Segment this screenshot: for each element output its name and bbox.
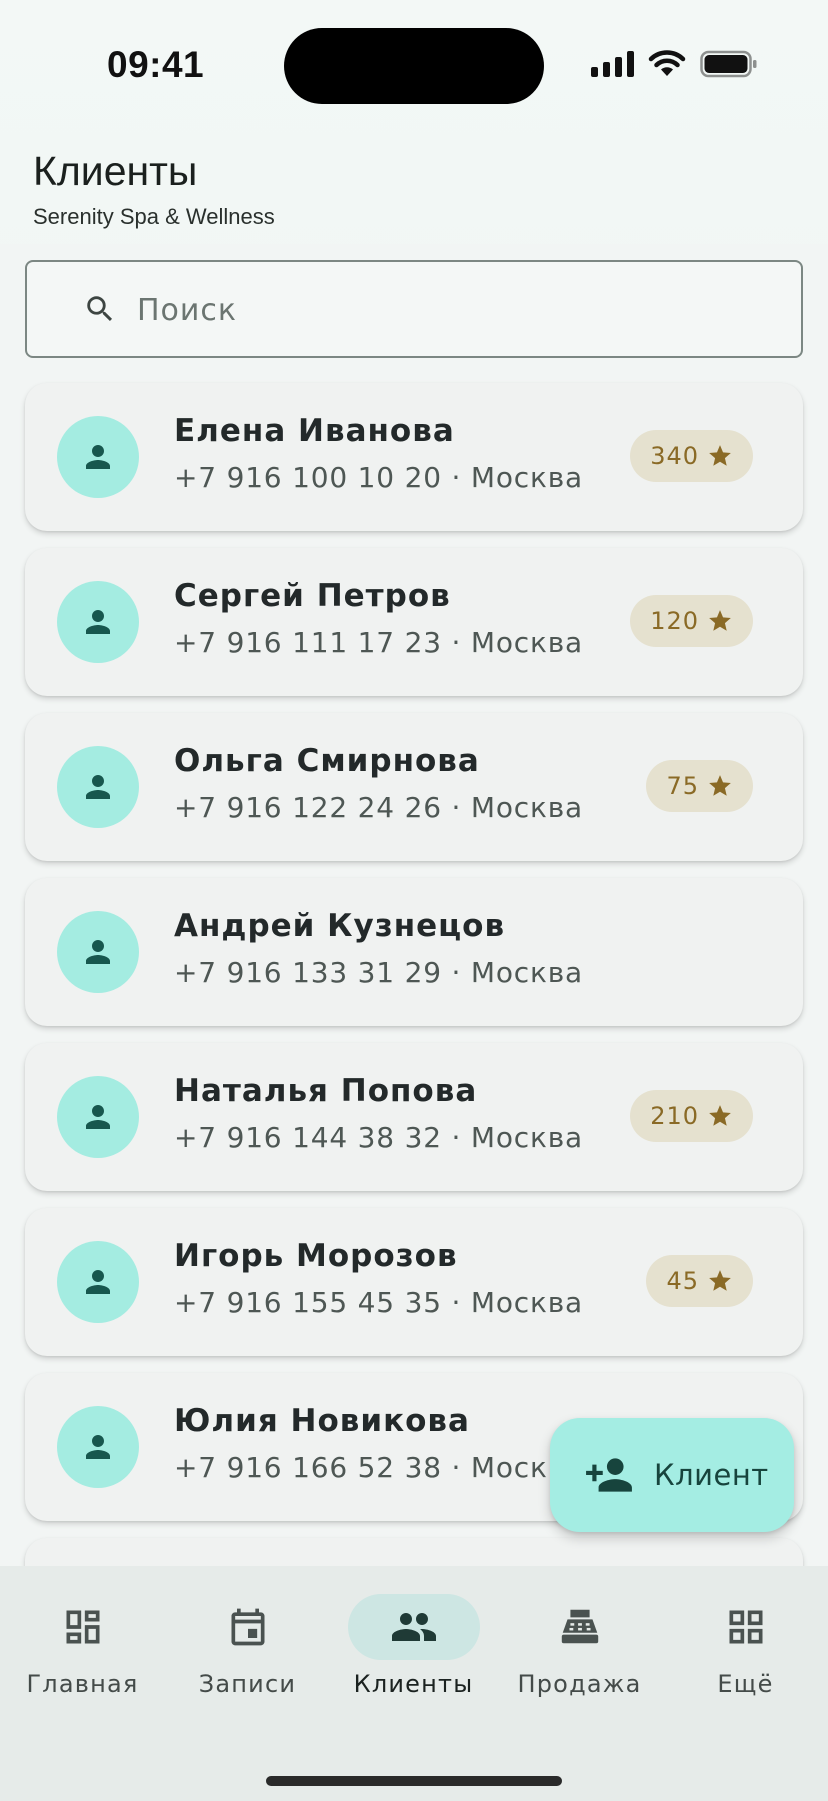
client-card[interactable]: Игорь Морозов +7 916 155 45 35 · Москва 45: [25, 1208, 803, 1356]
client-name: Елена Иванова: [174, 413, 455, 449]
loyalty-points-value: 340: [650, 442, 699, 470]
search-icon: [87, 296, 113, 322]
nav-label-more: Ещё: [717, 1670, 774, 1698]
client-card-partial[interactable]: [25, 1538, 803, 1566]
home-indicator: [266, 1776, 562, 1786]
star-icon: [709, 610, 731, 631]
client-card[interactable]: Сергей Петров +7 916 111 17 23 · Москва 12…: [25, 548, 803, 696]
loyalty-points-value: 45: [666, 1267, 699, 1295]
avatar: [57, 1241, 139, 1323]
client-contact: +7 916 155 45 35 · Москва: [174, 1286, 583, 1319]
calendar-icon: [231, 1608, 264, 1646]
cash-register-icon: [561, 1609, 598, 1644]
client-contact: +7 916 144 38 32 · Москва: [174, 1121, 583, 1154]
person-icon: [86, 610, 110, 634]
add-client-button[interactable]: Клиент: [550, 1418, 794, 1532]
client-card[interactable]: Ольга Смирнова +7 916 122 24 26 · Москва 7…: [25, 713, 803, 861]
person-icon: [86, 1270, 110, 1294]
person-icon: [86, 940, 110, 964]
avatar: [57, 581, 139, 663]
nav-pill-sale: [514, 1594, 646, 1660]
bottom-navigation: Главная Записи Клиенты Продажа Ещё: [0, 1566, 828, 1801]
person-icon: [86, 775, 110, 799]
nav-pill-more: [680, 1594, 812, 1660]
star-icon: [709, 1105, 731, 1126]
star-icon: [709, 445, 731, 466]
loyalty-points-value: 75: [666, 772, 699, 800]
people-icon: [391, 1613, 436, 1641]
loyalty-points-badge: 45: [646, 1255, 753, 1307]
dashboard-icon: [66, 1610, 99, 1644]
avatar: [57, 746, 139, 828]
nav-item-appointments[interactable]: Записи: [165, 1594, 330, 1724]
avatar: [57, 1406, 139, 1488]
client-name: Ольга Смирнова: [174, 743, 480, 779]
wifi-icon: [648, 50, 686, 76]
client-contact: +7 916 166 52 38 · Москва: [174, 1451, 583, 1484]
loyalty-points-badge: 75: [646, 760, 753, 812]
app-header: Клиенты Serenity Spa & Wellness: [0, 130, 828, 244]
nav-label-clients: Клиенты: [353, 1670, 474, 1698]
nav-item-sale[interactable]: Продажа: [497, 1594, 662, 1724]
page-subtitle: Serenity Spa & Wellness: [33, 204, 275, 229]
nav-label-sale: Продажа: [517, 1670, 642, 1698]
client-contact: +7 916 100 10 20 · Москва: [174, 461, 583, 494]
person-icon: [86, 445, 110, 469]
client-contact: +7 916 133 31 29 · Москва: [174, 956, 583, 989]
client-name: Игорь Морозов: [174, 1238, 458, 1274]
search-field[interactable]: [25, 260, 803, 358]
apps-grid-icon: [729, 1610, 762, 1644]
avatar: [57, 911, 139, 993]
client-card[interactable]: Елена Иванова +7 916 100 10 20 · Москва 34…: [25, 383, 803, 531]
loyalty-points-value: 120: [650, 607, 699, 635]
nav-pill-clients: [347, 1594, 480, 1660]
client-name: Юлия Новикова: [174, 1403, 470, 1439]
client-name: Наталья Попова: [174, 1073, 478, 1109]
nav-label-appointments: Записи: [198, 1670, 297, 1698]
cellular-signal-icon: [591, 51, 634, 77]
client-contact: +7 916 122 24 26 · Москва: [174, 791, 583, 824]
star-icon: [709, 775, 731, 796]
client-list-area[interactable]: Елена Иванова +7 916 100 10 20 · Москва 34…: [0, 244, 828, 1566]
status-icons: [591, 50, 758, 78]
loyalty-points-badge: 210: [630, 1090, 753, 1142]
add-client-label: Клиент: [654, 1458, 769, 1492]
loyalty-points-value: 210: [650, 1102, 699, 1130]
status-time: 09:41: [107, 44, 205, 85]
nav-item-clients[interactable]: Клиенты: [331, 1594, 496, 1724]
nav-item-home[interactable]: Главная: [0, 1594, 165, 1724]
search-input[interactable]: [133, 282, 773, 338]
nav-pill-home: [17, 1594, 149, 1660]
screen: 09:41 Клиенты Serenity Spa & Wellness Ел…: [0, 0, 828, 1801]
client-card[interactable]: Андрей Кузнецов +7 916 133 31 29 · Москва: [25, 878, 803, 1026]
client-name: Сергей Петров: [174, 578, 451, 614]
add-person-icon: [586, 1458, 632, 1492]
nav-item-more[interactable]: Ещё: [663, 1594, 828, 1724]
avatar: [57, 416, 139, 498]
loyalty-points-badge: 120: [630, 595, 753, 647]
person-icon: [86, 1105, 110, 1129]
avatar: [57, 1076, 139, 1158]
loyalty-points-badge: 340: [630, 430, 753, 482]
battery-icon: [700, 50, 757, 78]
client-card[interactable]: Наталья Попова +7 916 144 38 32 · Москва 2…: [25, 1043, 803, 1191]
person-icon: [86, 1435, 110, 1459]
client-name: Андрей Кузнецов: [174, 908, 506, 944]
star-icon: [709, 1270, 731, 1291]
page-title: Клиенты: [33, 148, 198, 194]
nav-label-home: Главная: [26, 1670, 139, 1698]
nav-pill-appointments: [182, 1594, 314, 1660]
dynamic-island: [284, 28, 544, 104]
client-contact: +7 916 111 17 23 · Москва: [174, 626, 583, 659]
